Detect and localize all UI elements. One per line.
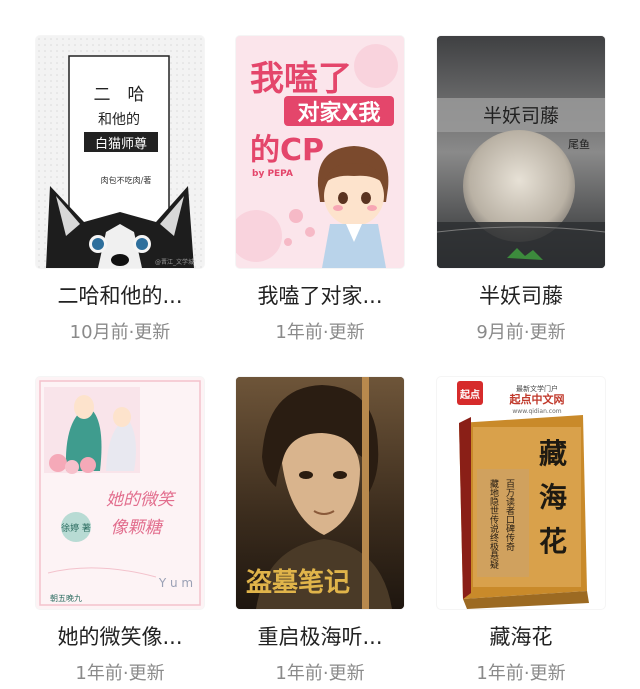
book-cover-6[interactable]: 起点 最新文学门户 起点中文网 www.qidian.com 藏 海 花 藏地隐… — [437, 377, 605, 609]
cover-badge: 起点 — [459, 388, 480, 401]
cover-script-line2: 像颗糖 — [111, 518, 165, 538]
cover-author: 尾鱼 — [568, 137, 590, 151]
book-cover-4[interactable]: 她的微笑 像颗糖 徐婷 著 Y u m 朝五晚九 — [36, 377, 204, 609]
cover-byline: by PEPA — [252, 169, 293, 179]
cover-title: 盗墓笔记 — [246, 567, 350, 598]
book-title[interactable]: 我嗑了对家... — [224, 280, 416, 310]
cover-title-char-3: 花 — [539, 525, 567, 558]
bookshelf-grid: 二 哈 和他的 白猫师尊 肉包不吃肉/著 @晋江_文学城 二哈和他的... 10… — [0, 0, 640, 689]
cover-yum: Y u m — [158, 576, 193, 590]
cover-title: 半妖司藤 — [483, 105, 559, 127]
book-cover-1[interactable]: 二 哈 和他的 白猫师尊 肉包不吃肉/著 @晋江_文学城 — [36, 36, 204, 268]
cover-text-line2: 和他的 — [98, 112, 140, 128]
book-title[interactable]: 二哈和他的... — [24, 280, 216, 310]
book-title[interactable]: 她的微笑像... — [24, 621, 216, 651]
cover-author: 徐婷 著 — [61, 522, 91, 534]
book-update-time: 1年前·更新 — [75, 663, 165, 684]
book-cover-5[interactable]: 盗墓笔记 — [236, 377, 404, 609]
cover-title-char-2: 海 — [539, 481, 567, 514]
book-title[interactable]: 重启极海听... — [224, 621, 416, 651]
book-update-time: 1年前·更新 — [476, 663, 566, 684]
cover-title-char-1: 藏 — [539, 437, 567, 470]
book-update-time: 9月前·更新 — [476, 322, 566, 343]
cover-site: 起点中文网 — [509, 392, 565, 406]
cover-big-text-1: 我嗑了 — [250, 59, 352, 99]
book-update-time: 1年前·更新 — [275, 322, 365, 343]
book-cover-2[interactable]: 我嗑了 对家X我 的CP by PEPA — [236, 36, 404, 268]
cover-watermark: @晋江_文学城 — [155, 258, 194, 266]
cover-publisher: 朝五晚九 — [50, 593, 82, 603]
cover-site-sub: 最新文学门户 — [516, 384, 558, 393]
cover-text-line1: 二 哈 — [94, 85, 145, 105]
book-title[interactable]: 半妖司藤 — [425, 280, 617, 310]
cover-script-line1: 她的微笑 — [106, 490, 177, 510]
book-cover-3[interactable]: 半妖司藤 尾鱼 — [437, 36, 605, 268]
cover-vertical-2: 百万读者口碑传奇 — [504, 479, 515, 551]
book-update-time: 1年前·更新 — [275, 663, 365, 684]
cover-author: 肉包不吃肉/著 — [101, 175, 152, 185]
cover-url: www.qidian.com — [512, 408, 561, 415]
cover-big-text-2: 对家X我 — [298, 100, 381, 126]
book-update-time: 10月前·更新 — [69, 322, 171, 343]
book-title[interactable]: 藏海花 — [425, 621, 617, 651]
cover-vertical-1: 藏地隐世传说终极悬疑 — [488, 478, 499, 570]
cover-text-line3: 白猫师尊 — [95, 136, 147, 152]
cover-big-text-3: 的CP — [250, 133, 324, 168]
